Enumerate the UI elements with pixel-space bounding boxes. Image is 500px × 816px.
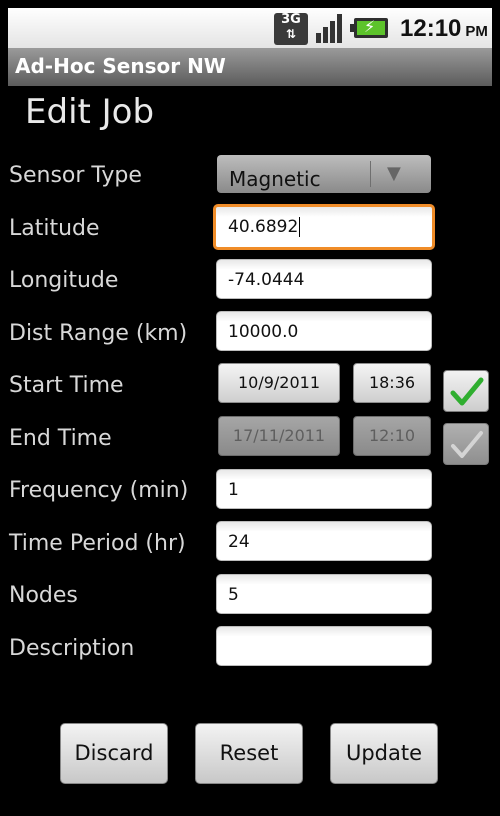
time-period-label: Time Period (hr)	[9, 531, 186, 556]
dropdown-arrow-icon: ▼	[387, 163, 401, 184]
end-time-button[interactable]: 12:10	[353, 416, 431, 456]
longitude-value: -74.0444	[228, 270, 305, 290]
page-title: Edit Job	[25, 92, 155, 132]
longitude-input[interactable]: -74.0444	[216, 259, 432, 299]
frequency-value: 1	[228, 480, 239, 500]
app-title: Ad-Hoc Sensor NW	[15, 54, 226, 78]
start-time-button[interactable]: 18:36	[353, 363, 431, 403]
dist-range-label: Dist Range (km)	[9, 321, 188, 346]
description-label: Description	[9, 636, 135, 661]
time-period-input[interactable]: 24	[216, 521, 432, 561]
dist-range-input[interactable]: 10000.0	[216, 311, 432, 351]
sensor-type-label: Sensor Type	[9, 163, 142, 188]
signal-strength-icon	[314, 13, 346, 43]
screen: 3G ⇅ ⚡ 12:10 PM Ad-Hoc Sensor NW Edit Job…	[0, 0, 500, 816]
status-bar: 3G ⇅ ⚡ 12:10 PM	[8, 8, 492, 48]
text-cursor	[299, 217, 301, 237]
clock-time: 12:10	[400, 15, 462, 42]
reset-button[interactable]: Reset	[195, 723, 303, 784]
status-clock: 12:10 PM	[400, 15, 488, 43]
nodes-value: 5	[228, 585, 239, 605]
longitude-label: Longitude	[9, 268, 119, 293]
start-date-button[interactable]: 10/9/2011	[218, 363, 340, 403]
update-button[interactable]: Update	[330, 723, 438, 784]
app-title-bar: Ad-Hoc Sensor NW	[8, 48, 492, 86]
battery-charging-icon: ⚡	[350, 17, 388, 38]
discard-button[interactable]: Discard	[60, 723, 168, 784]
sensor-type-value: Magnetic	[229, 167, 321, 191]
sensor-type-spinner[interactable]: Magnetic ▼	[217, 155, 431, 193]
nodes-label: Nodes	[9, 583, 78, 608]
network-label: 3G	[281, 12, 301, 27]
network-3g-icon: 3G ⇅	[274, 13, 308, 45]
data-arrows-icon: ⇅	[285, 27, 297, 41]
description-input[interactable]	[216, 626, 432, 666]
latitude-value: 40.6892	[228, 217, 299, 237]
frequency-label: Frequency (min)	[9, 478, 189, 503]
checkmark-icon	[451, 431, 483, 458]
latitude-label: Latitude	[9, 216, 100, 241]
end-time-label: End Time	[9, 426, 112, 451]
end-date-button[interactable]: 17/11/2011	[218, 416, 340, 456]
time-period-value: 24	[228, 532, 250, 552]
spinner-divider	[370, 161, 371, 187]
dist-range-value: 10000.0	[228, 322, 299, 342]
start-time-checkbox[interactable]	[443, 370, 489, 412]
end-time-checkbox[interactable]	[443, 423, 489, 465]
clock-ampm: PM	[465, 23, 488, 40]
start-time-label: Start Time	[9, 373, 124, 398]
nodes-input[interactable]: 5	[216, 574, 432, 614]
latitude-input[interactable]: 40.6892	[213, 204, 435, 250]
checkmark-icon	[450, 377, 484, 406]
frequency-input[interactable]: 1	[216, 469, 432, 509]
